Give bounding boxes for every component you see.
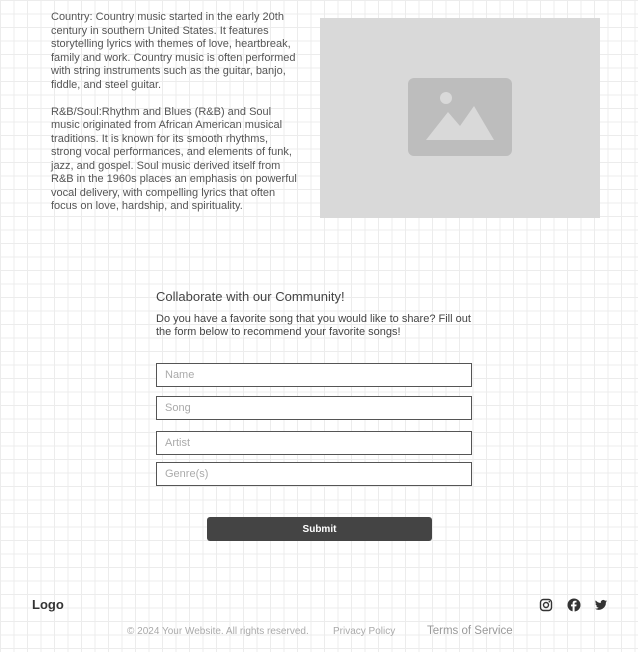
- submit-button[interactable]: Submit: [207, 517, 432, 541]
- terms-of-service-link[interactable]: Terms of Service: [427, 625, 513, 637]
- artist-input[interactable]: [156, 431, 472, 455]
- twitter-icon[interactable]: [594, 598, 608, 612]
- form-description: Do you have a favorite song that you wou…: [156, 313, 471, 338]
- instagram-icon[interactable]: [539, 598, 553, 612]
- rnb-description: R&B/Soul:Rhythm and Blues (R&B) and Soul…: [51, 105, 297, 213]
- genre-input[interactable]: [156, 462, 472, 486]
- name-input[interactable]: [156, 363, 472, 387]
- footer-logo[interactable]: Logo: [32, 597, 64, 612]
- image-placeholder-icon: [408, 78, 512, 156]
- form-title: Collaborate with our Community!: [156, 289, 345, 304]
- facebook-icon[interactable]: [567, 598, 581, 612]
- image-placeholder: [320, 18, 600, 218]
- privacy-policy-link[interactable]: Privacy Policy: [333, 626, 395, 637]
- genre-descriptions: Country: Country music started in the ea…: [51, 11, 301, 227]
- song-input[interactable]: [156, 396, 472, 420]
- copyright: © 2024 Your Website. All rights reserved…: [127, 626, 309, 637]
- country-description: Country: Country music started in the ea…: [51, 11, 296, 91]
